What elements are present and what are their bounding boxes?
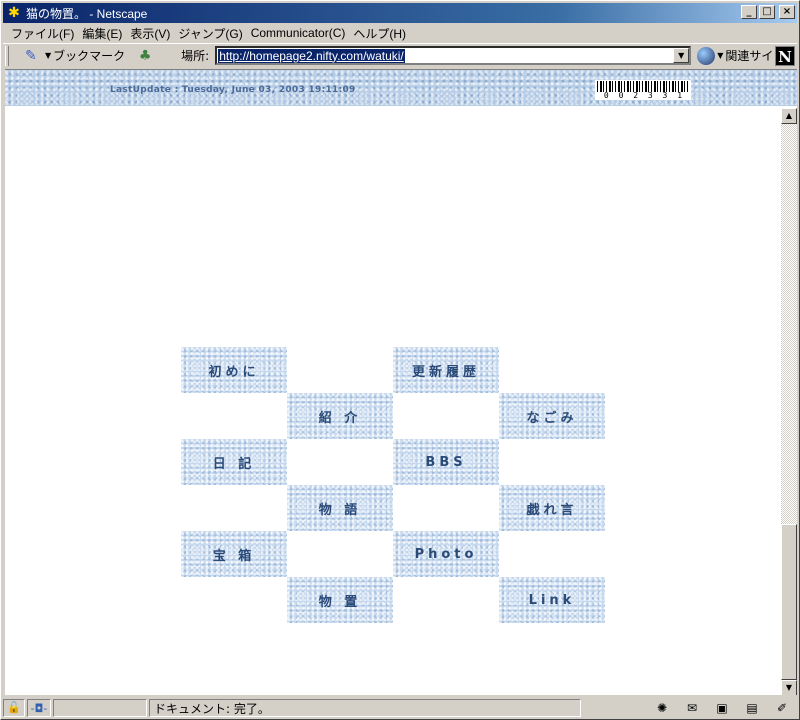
nav-update-history-link[interactable]: 更新履歴 <box>393 347 499 393</box>
scroll-up-button[interactable]: ▲ <box>781 108 797 124</box>
menu-view[interactable]: 表示(V) <box>128 25 176 42</box>
lock-icon: 🔓 <box>7 701 21 714</box>
menu-edit[interactable]: 編集(E) <box>80 25 128 42</box>
security-cell[interactable]: 🔓 <box>3 699 25 717</box>
menu-help[interactable]: ヘルプ(H) <box>351 25 412 42</box>
menu-go[interactable]: ジャンプ(G) <box>176 25 248 42</box>
nav-story-link[interactable]: 物 語 <box>287 485 393 531</box>
navigator-icon[interactable]: ✺ <box>651 700 673 716</box>
title-bar[interactable]: ✱ 猫の物置。 - Netscape _ □ × <box>3 3 797 23</box>
counter-digit: 0 <box>618 91 624 100</box>
location-toolbar: ✎ ▼ ブックマーク ♣ 場所: http://homepage2.nifty.… <box>3 43 797 67</box>
status-bar: 🔓 -◘- ドキュメント: 完了。 ✺ ✉ ▣ ▤ ✐ <box>3 698 797 718</box>
vertical-scrollbar[interactable]: ▲ ▼ <box>781 108 797 695</box>
page-proxy-icon[interactable]: ♣ <box>137 48 153 64</box>
menu-file[interactable]: ファイル(F) <box>9 25 80 42</box>
nav-nagomi-link[interactable]: なごみ <box>499 393 605 439</box>
counter-digit: 2 <box>633 91 639 100</box>
window-title: 猫の物置。 - Netscape <box>26 6 148 21</box>
scroll-thumb[interactable] <box>781 524 797 680</box>
barcode-graphic <box>597 81 689 92</box>
close-button[interactable]: × <box>779 5 795 19</box>
toolbar-grip[interactable] <box>5 45 9 66</box>
counter-digit: 1 <box>677 91 683 100</box>
url-dropdown-button[interactable]: ▼ <box>673 48 690 63</box>
bookmarks-button[interactable]: ✎ ▼ ブックマーク <box>25 47 125 64</box>
url-text: http://homepage2.nifty.com/watuki/ <box>218 48 405 63</box>
connection-cell[interactable]: -◘- <box>27 699 51 717</box>
address-book-icon[interactable]: ▤ <box>741 700 763 716</box>
globe-icon <box>697 46 716 65</box>
component-bar: ✺ ✉ ▣ ▤ ✐ <box>651 700 793 716</box>
composer-icon[interactable]: ✐ <box>771 700 793 716</box>
counter-digit: 3 <box>662 91 668 100</box>
location-label: 場所: <box>181 49 210 63</box>
netscape-app-icon: ✱ <box>8 5 20 21</box>
nav-profile-link[interactable]: 紹 介 <box>287 393 393 439</box>
progress-cell <box>53 699 147 717</box>
menu-bar: ファイル(F) 編集(E) 表示(V) ジャンプ(G) Communicator… <box>3 23 797 43</box>
nav-treasure-link[interactable]: 宝 箱 <box>181 531 287 577</box>
bookmarks-label: ブックマーク <box>53 49 126 63</box>
newsgroups-icon[interactable]: ▣ <box>711 700 733 716</box>
status-text-cell: ドキュメント: 完了。 <box>149 699 581 717</box>
bookmark-icon: ✎ <box>25 47 37 64</box>
nav-diary-link[interactable]: 日 記 <box>181 439 287 485</box>
last-update-text: LastUpdate : Tuesday, June 03, 2003 19:1… <box>110 85 356 95</box>
status-text: ドキュメント: 完了。 <box>154 701 270 716</box>
nav-bbs-link[interactable]: BBS <box>393 439 499 485</box>
page-header: LastUpdate : Tuesday, June 03, 2003 19:1… <box>5 70 797 106</box>
browser-window: ✱ 猫の物置。 - Netscape _ □ × ファイル(F) 編集(E) 表… <box>0 0 800 720</box>
nav-jokes-link[interactable]: 戯れ言 <box>499 485 605 531</box>
nav-storage-link[interactable]: 物 置 <box>287 577 393 623</box>
page-viewport: LastUpdate : Tuesday, June 03, 2003 19:1… <box>5 69 797 695</box>
related-sites-button[interactable]: ▼ 関連サイト <box>697 46 785 65</box>
mail-icon[interactable]: ✉ <box>681 700 703 716</box>
maximize-button[interactable]: □ <box>759 5 775 19</box>
dropdown-arrow-icon: ▼ <box>717 51 724 60</box>
nav-intro-link[interactable]: 初めに <box>181 347 287 393</box>
dropdown-arrow-icon: ▼ <box>45 51 52 60</box>
netscape-logo[interactable]: N <box>775 46 795 66</box>
counter-digit: 3 <box>647 91 653 100</box>
nav-link-link[interactable]: Link <box>499 577 605 623</box>
scroll-down-button[interactable]: ▼ <box>781 680 797 695</box>
url-input[interactable]: http://homepage2.nifty.com/watuki/ ▼ <box>215 46 692 65</box>
nav-photo-link[interactable]: Photo <box>393 531 499 577</box>
access-counter: 0 0 2 3 3 1 <box>595 80 691 100</box>
menu-communicator[interactable]: Communicator(C) <box>249 26 352 40</box>
minimize-button[interactable]: _ <box>741 5 757 19</box>
counter-digit: 0 <box>603 91 609 100</box>
connection-icon: -◘- <box>30 701 48 715</box>
